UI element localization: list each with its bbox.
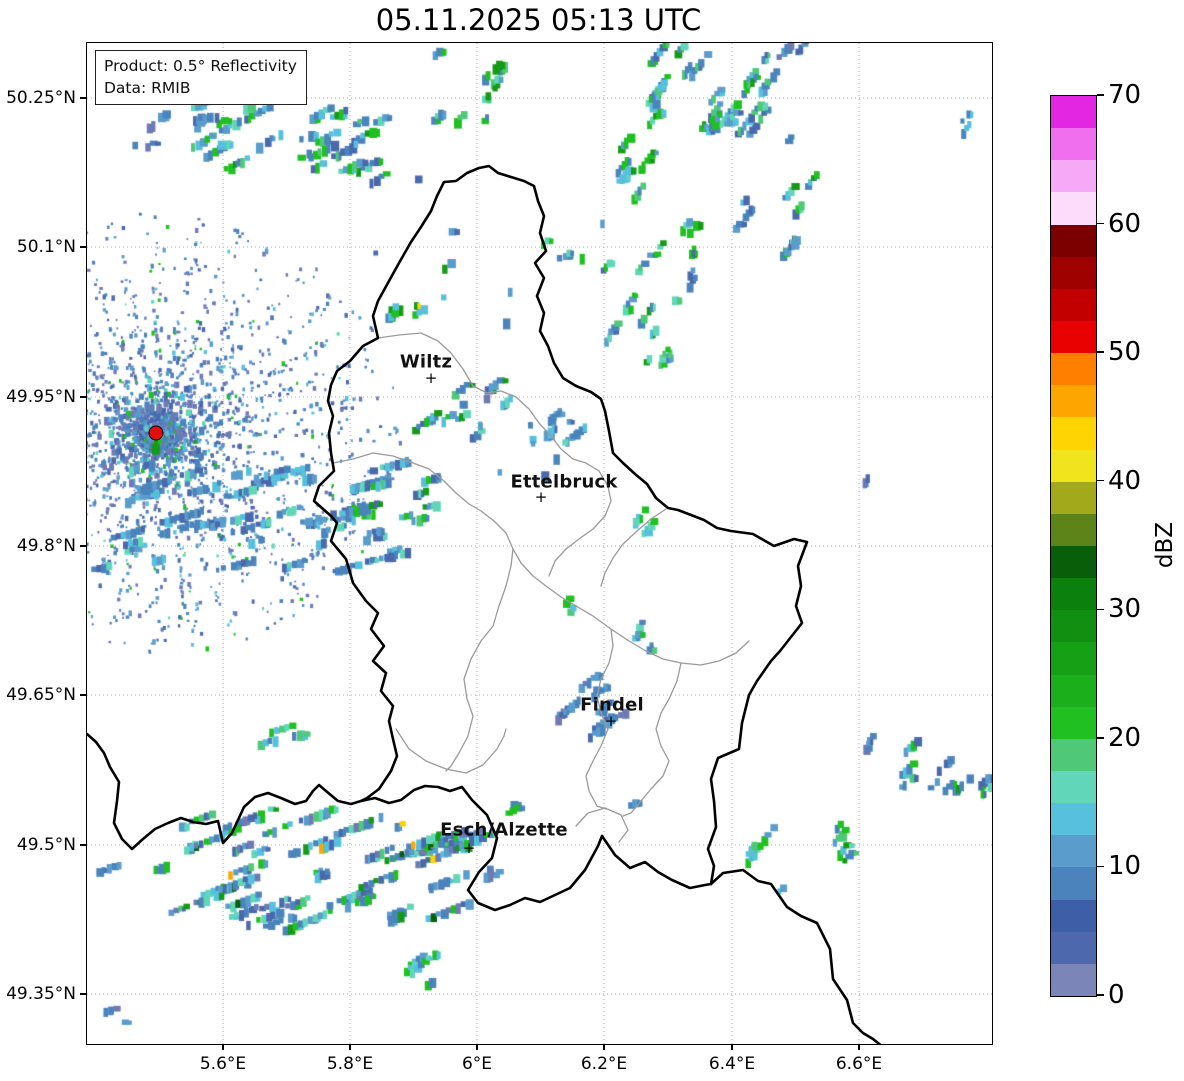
x-tick-label: 6.4°E xyxy=(708,1054,756,1074)
colorbar-band xyxy=(1051,706,1096,739)
colorbar-tick-mark xyxy=(1097,94,1104,96)
colorbar-tick-label: 10 xyxy=(1108,851,1142,882)
colorbar-tick-label: 50 xyxy=(1108,337,1142,368)
figure-title: 05.11.2025 05:13 UTC xyxy=(375,3,702,37)
colorbar-band xyxy=(1051,803,1096,836)
colorbar-axis-label: dBZ xyxy=(1152,521,1178,569)
colorbar-tick-label: 40 xyxy=(1108,465,1142,496)
colorbar-band xyxy=(1051,642,1096,675)
data-source-line: Data: RMIB xyxy=(104,79,191,97)
colorbar-band xyxy=(1051,835,1096,868)
colorbar-band xyxy=(1051,224,1096,257)
colorbar-band xyxy=(1051,385,1096,418)
colorbar-tick-label: 30 xyxy=(1108,594,1142,625)
colorbar-band xyxy=(1051,353,1096,386)
x-tick-label: 6.6°E xyxy=(835,1054,883,1074)
city-marker-icon: + xyxy=(462,838,476,857)
colorbar xyxy=(1050,95,1097,997)
y-tick-mark xyxy=(80,694,86,696)
colorbar-band xyxy=(1051,128,1096,161)
x-tick-mark xyxy=(476,1044,478,1050)
x-tick-mark xyxy=(349,1044,351,1050)
colorbar-band xyxy=(1051,192,1096,225)
colorbar-tick-mark xyxy=(1097,479,1104,482)
colorbar-band xyxy=(1051,674,1096,707)
colorbar-band xyxy=(1051,963,1096,996)
city-marker-icon: + xyxy=(424,368,438,387)
colorbar-band xyxy=(1051,545,1096,579)
colorbar-band xyxy=(1051,931,1096,964)
colorbar-band xyxy=(1051,899,1096,932)
colorbar-tick-label: 60 xyxy=(1108,208,1142,239)
product-line: Product: 0.5° Reflectivity xyxy=(104,57,297,75)
y-tick-label: 49.35°N xyxy=(6,984,76,1004)
map-plot: 5.6°E 5.8°E 6°E 6.2°E 6.4°E 6.6°E 50.25°N 50.1°… xyxy=(6,42,993,1074)
product-info-box: Product: 0.5° Reflectivity Data: RMIB xyxy=(95,50,307,105)
border-layer xyxy=(87,164,882,1044)
city-label: Esch/Alzette xyxy=(440,819,568,841)
radar-site-marker xyxy=(148,425,164,441)
y-tick-mark xyxy=(80,246,86,248)
y-tick-label: 49.95°N xyxy=(6,387,76,407)
city-label: Ettelbruck xyxy=(510,471,618,493)
colorbar-band xyxy=(1051,256,1096,289)
colorbar-band xyxy=(1051,449,1096,482)
y-tick-label: 50.25°N xyxy=(6,88,76,108)
colorbar-tick-mark xyxy=(1097,608,1104,611)
colorbar-tick-mark xyxy=(1097,351,1104,353)
colorbar-band xyxy=(1051,610,1096,643)
colorbar-tick-label: 0 xyxy=(1108,980,1125,1010)
country-border xyxy=(312,164,809,912)
radar-figure: 05.11.2025 05:13 UTC 5.6°E 5.8°E 6°E 6.2°E 6… xyxy=(0,0,1184,1081)
y-tick-mark xyxy=(80,545,86,547)
colorbar-tick-label: 20 xyxy=(1108,722,1142,753)
colorbar-band xyxy=(1051,160,1096,193)
y-tick-label: 49.65°N xyxy=(6,685,76,705)
y-tick-label: 49.8°N xyxy=(16,536,76,556)
colorbar-band xyxy=(1051,288,1096,321)
y-tick-mark xyxy=(80,396,86,398)
x-tick-mark xyxy=(858,1044,860,1050)
region-border xyxy=(600,508,667,587)
y-tick-mark xyxy=(80,97,86,99)
colorbar-tick-label: 70 xyxy=(1108,80,1142,110)
colorbar-band xyxy=(1051,96,1096,129)
x-tick-mark xyxy=(603,1044,605,1050)
colorbar-tick-mark xyxy=(1097,737,1104,739)
colorbar-tick-mark xyxy=(1097,994,1104,996)
region-border xyxy=(622,662,682,817)
x-tick-mark xyxy=(222,1044,224,1050)
city-marker-icon: + xyxy=(534,487,548,506)
y-tick-mark xyxy=(80,993,86,995)
colorbar-tick-mark xyxy=(1097,865,1104,868)
x-tick-label: 6.2°E xyxy=(580,1054,628,1074)
colorbar-band xyxy=(1051,417,1096,450)
city-marker-icon: + xyxy=(604,711,618,730)
country-border xyxy=(709,868,882,1044)
y-tick-label: 49.5°N xyxy=(16,835,76,855)
country-border xyxy=(87,732,363,851)
colorbar-band xyxy=(1051,481,1096,514)
x-tick-mark xyxy=(731,1044,733,1050)
colorbar-band xyxy=(1051,867,1096,900)
y-tick-mark xyxy=(80,844,86,846)
colorbar-band xyxy=(1051,770,1096,804)
x-tick-label: 5.6°E xyxy=(199,1054,247,1074)
colorbar-band xyxy=(1051,513,1096,546)
y-tick-label: 50.1°N xyxy=(16,237,76,257)
colorbar-tick-mark xyxy=(1097,222,1104,225)
x-tick-label: 6°E xyxy=(461,1054,493,1074)
colorbar-band xyxy=(1051,320,1096,354)
colorbar-band xyxy=(1051,578,1096,611)
x-tick-label: 5.8°E xyxy=(326,1054,374,1074)
colorbar-band xyxy=(1051,738,1096,771)
